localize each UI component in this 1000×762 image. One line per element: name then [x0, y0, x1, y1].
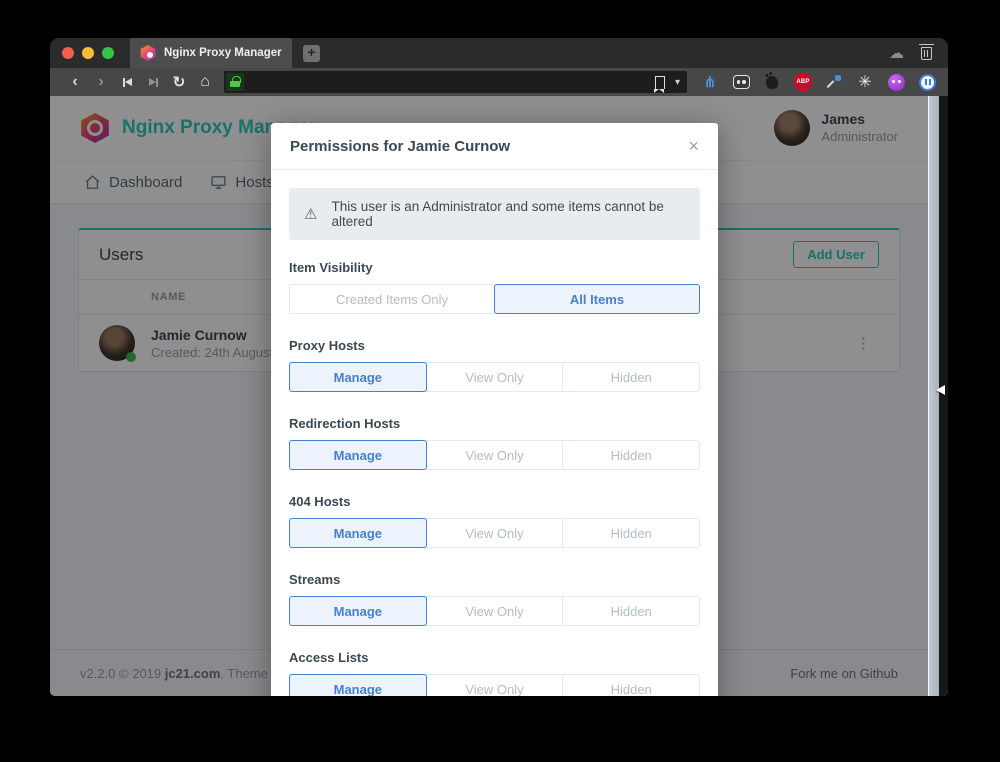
window-right-edge	[939, 96, 948, 696]
purple-extension-icon[interactable]	[887, 73, 905, 91]
traffic-lights	[62, 38, 114, 68]
history-forward-icon[interactable]	[140, 78, 166, 87]
tab-title: Nginx Proxy Manager	[164, 47, 282, 59]
back-button[interactable]: ‹	[62, 74, 88, 90]
close-icon[interactable]: ×	[688, 137, 699, 155]
gear-extension-icon[interactable]: ✳	[856, 73, 874, 91]
option-created-items-only[interactable]: Created Items Only	[289, 284, 495, 314]
option-hidden[interactable]: Hidden	[562, 518, 700, 548]
trash-icon[interactable]	[921, 47, 932, 60]
label-redirection-hosts: Redirection Hosts	[289, 416, 700, 431]
label-item-visibility: Item Visibility	[289, 260, 700, 275]
page-scrollbar[interactable]	[929, 96, 939, 696]
option-view-only[interactable]: View Only	[426, 674, 564, 696]
page-viewport: Nginx Proxy Manager James Administrator …	[50, 96, 948, 696]
desktop: { "colors": { "brand_teal": "#2bcbba", "…	[0, 0, 1000, 762]
new-tab-button[interactable]: +	[303, 45, 320, 62]
option-view-only[interactable]: View Only	[426, 440, 564, 470]
option-manage[interactable]: Manage	[289, 440, 427, 470]
admin-alert: ⚠ This user is an Administrator and some…	[289, 188, 700, 240]
redirection-hosts-group: Manage View Only Hidden	[289, 440, 700, 470]
permissions-modal: Permissions for Jamie Curnow × ⚠ This us…	[271, 123, 718, 696]
option-manage[interactable]: Manage	[289, 674, 427, 696]
warning-icon: ⚠	[304, 205, 317, 223]
extension-icons: ⋔ ABP ✳	[697, 73, 936, 91]
claw-extension-icon[interactable]: ⋔	[701, 73, 719, 91]
alert-text: This user is an Administrator and some i…	[331, 199, 685, 229]
zoom-window-button[interactable]	[102, 47, 114, 59]
option-manage[interactable]: Manage	[289, 362, 427, 392]
option-view-only[interactable]: View Only	[426, 518, 564, 548]
browser-titlebar: Nginx Proxy Manager + ☁	[50, 38, 948, 68]
access-lists-group: Manage View Only Hidden	[289, 674, 700, 696]
close-window-button[interactable]	[62, 47, 74, 59]
chevron-down-icon[interactable]: ▾	[675, 77, 680, 88]
browser-tab[interactable]: Nginx Proxy Manager	[130, 38, 292, 68]
option-manage[interactable]: Manage	[289, 518, 427, 548]
url-bar[interactable]: ▾	[224, 71, 687, 93]
home-button[interactable]: ⌂	[192, 73, 218, 91]
404-hosts-group: Manage View Only Hidden	[289, 518, 700, 548]
option-hidden[interactable]: Hidden	[562, 596, 700, 626]
color-picker-extension-icon[interactable]	[825, 73, 843, 91]
browser-toolbar: ‹ › ↻ ⌂ ▾ ⋔ ABP ✳	[50, 68, 948, 96]
streams-group: Manage View Only Hidden	[289, 596, 700, 626]
label-404-hosts: 404 Hosts	[289, 494, 700, 509]
modal-title: Permissions for Jamie Curnow	[290, 138, 510, 155]
option-hidden[interactable]: Hidden	[562, 362, 700, 392]
gnome-foot-extension-icon[interactable]	[763, 73, 781, 91]
option-view-only[interactable]: View Only	[426, 362, 564, 392]
label-access-lists: Access Lists	[289, 650, 700, 665]
option-manage[interactable]: Manage	[289, 596, 427, 626]
ssl-lock-icon[interactable]	[226, 73, 244, 91]
forward-button[interactable]: ›	[88, 74, 114, 90]
option-hidden[interactable]: Hidden	[562, 674, 700, 696]
history-back-icon[interactable]	[114, 78, 140, 87]
label-proxy-hosts: Proxy Hosts	[289, 338, 700, 353]
mouse-cursor	[936, 385, 945, 395]
label-streams: Streams	[289, 572, 700, 587]
cloud-sync-icon[interactable]: ☁	[889, 44, 904, 62]
reload-button[interactable]: ↻	[166, 73, 192, 91]
adblock-plus-icon[interactable]: ABP	[794, 73, 812, 91]
timer-extension-icon[interactable]	[918, 73, 936, 91]
visibility-group: Created Items Only All Items	[289, 284, 700, 314]
option-hidden[interactable]: Hidden	[562, 440, 700, 470]
browser-window: Nginx Proxy Manager + ☁ ‹ › ↻ ⌂ ▾ ⋔ ABP	[50, 38, 948, 696]
bookmark-icon[interactable]	[655, 76, 665, 89]
favicon-npm-logo	[140, 45, 156, 61]
container-extension-icon[interactable]	[732, 73, 750, 91]
option-view-only[interactable]: View Only	[426, 596, 564, 626]
minimize-window-button[interactable]	[82, 47, 94, 59]
option-all-items[interactable]: All Items	[494, 284, 700, 314]
proxy-hosts-group: Manage View Only Hidden	[289, 362, 700, 392]
